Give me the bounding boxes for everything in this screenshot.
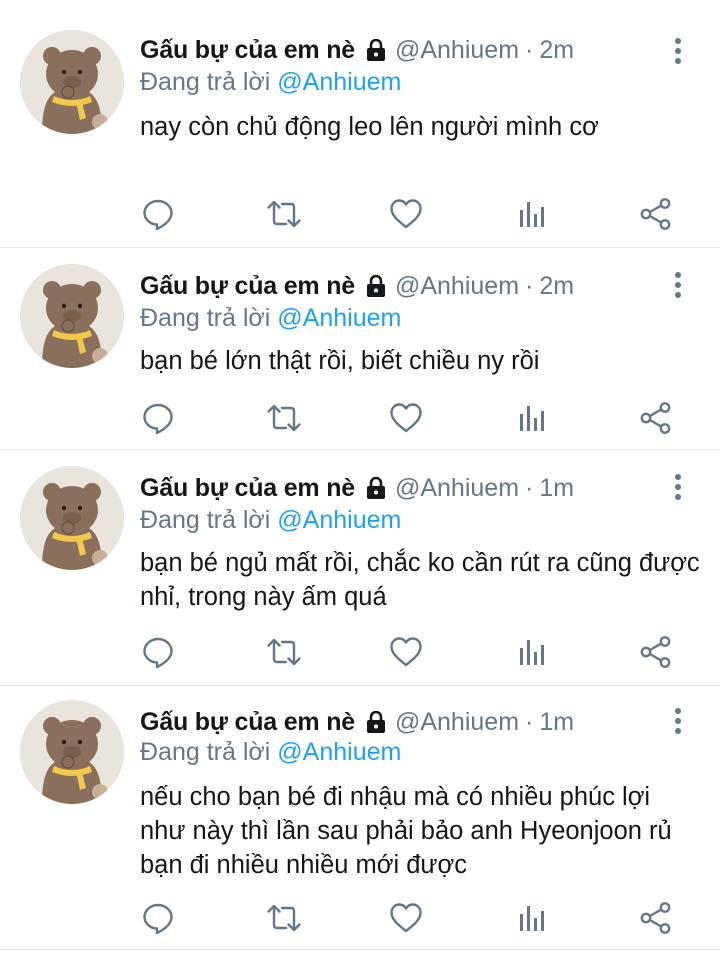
heart-icon[interactable] [388, 196, 424, 232]
bear-avatar-icon [20, 700, 124, 804]
timestamp[interactable]: 2m [539, 36, 574, 65]
tweet-header: Gấu bự của em nè @Anhiuem · 2m [140, 32, 574, 68]
reply-icon[interactable] [140, 400, 176, 436]
tweet[interactable]: Gấu bự của em nè @Anhiuem · 2m Đang trả … [0, 0, 720, 248]
tweet-text: bạn bé ngủ mất rồi, chắc ko cần rút ra c… [140, 549, 700, 611]
reply-context: Đang trả lời @Anhiuem [140, 738, 401, 767]
user-handle[interactable]: @Anhiuem [395, 272, 519, 301]
tweet-header: Gấu bự của em nè @Anhiuem · 2m [140, 268, 574, 304]
share-icon[interactable] [638, 900, 674, 936]
tweet-text: bạn bé lớn thật rồi, biết chiều ny rồi [140, 347, 540, 375]
heart-icon[interactable] [388, 634, 424, 670]
timestamp[interactable]: 1m [539, 474, 574, 503]
display-name[interactable]: Gấu bự của em nè [140, 36, 355, 65]
share-icon[interactable] [638, 196, 674, 232]
avatar[interactable] [20, 30, 124, 134]
tweet[interactable]: Gấu bự của em nè @Anhiuem · 1m Đang trả … [0, 686, 720, 950]
tweet-actions [0, 194, 720, 234]
tweet-header: Gấu bự của em nè @Anhiuem · 1m [140, 704, 574, 740]
display-name[interactable]: Gấu bự của em nè [140, 272, 355, 301]
lock-icon [366, 274, 385, 297]
user-handle[interactable]: @Anhiuem [395, 708, 519, 737]
separator: · [525, 271, 534, 300]
analytics-icon[interactable] [514, 634, 550, 670]
tweet-actions [0, 898, 720, 938]
reply-context: Đang trả lời @Anhiuem [140, 68, 401, 97]
timestamp[interactable]: 2m [539, 272, 574, 301]
analytics-icon[interactable] [514, 196, 550, 232]
more-vertical-icon[interactable] [668, 36, 688, 66]
display-name[interactable]: Gấu bự của em nè [140, 474, 355, 503]
reply-icon[interactable] [140, 196, 176, 232]
bear-avatar-icon [20, 264, 124, 368]
retweet-icon[interactable] [266, 634, 302, 670]
reply-context: Đang trả lời @Anhiuem [140, 506, 401, 535]
tweet-text: nay còn chủ động leo lên người mình cơ [140, 113, 599, 141]
reply-icon[interactable] [140, 900, 176, 936]
separator: · [525, 35, 534, 64]
more-vertical-icon[interactable] [668, 472, 688, 502]
separator: · [525, 473, 534, 502]
reply-prefix: Đang trả lời [140, 738, 271, 766]
more-vertical-icon[interactable] [668, 270, 688, 300]
heart-icon[interactable] [388, 400, 424, 436]
reply-prefix: Đang trả lời [140, 68, 271, 96]
reply-mention[interactable]: @Anhiuem [277, 304, 401, 332]
bear-avatar-icon [20, 466, 124, 570]
display-name[interactable]: Gấu bự của em nè [140, 708, 355, 737]
timestamp[interactable]: 1m [539, 708, 574, 737]
reply-mention[interactable]: @Anhiuem [277, 738, 401, 766]
tweet[interactable]: Gấu bự của em nè @Anhiuem · 2m Đang trả … [0, 248, 720, 450]
share-icon[interactable] [638, 400, 674, 436]
tweet-text: nếu cho bạn bé đi nhậu mà có nhiều phúc … [140, 783, 672, 879]
tweet-actions [0, 398, 720, 438]
retweet-icon[interactable] [266, 196, 302, 232]
reply-context: Đang trả lời @Anhiuem [140, 304, 401, 333]
bear-avatar-icon [20, 30, 124, 134]
reply-prefix: Đang trả lời [140, 506, 271, 534]
heart-icon[interactable] [388, 900, 424, 936]
lock-icon [366, 38, 385, 61]
user-handle[interactable]: @Anhiuem [395, 474, 519, 503]
reply-icon[interactable] [140, 634, 176, 670]
reply-mention[interactable]: @Anhiuem [277, 68, 401, 96]
separator: · [525, 707, 534, 736]
avatar[interactable] [20, 264, 124, 368]
analytics-icon[interactable] [514, 900, 550, 936]
reply-prefix: Đang trả lời [140, 304, 271, 332]
tweet[interactable]: Gấu bự của em nè @Anhiuem · 1m Đang trả … [0, 450, 720, 686]
tweet-actions [0, 632, 720, 672]
avatar[interactable] [20, 466, 124, 570]
lock-icon [366, 710, 385, 733]
retweet-icon[interactable] [266, 900, 302, 936]
analytics-icon[interactable] [514, 400, 550, 436]
retweet-icon[interactable] [266, 400, 302, 436]
reply-mention[interactable]: @Anhiuem [277, 506, 401, 534]
avatar[interactable] [20, 700, 124, 804]
lock-icon [366, 476, 385, 499]
more-vertical-icon[interactable] [668, 706, 688, 736]
tweet-header: Gấu bự của em nè @Anhiuem · 1m [140, 470, 574, 506]
user-handle[interactable]: @Anhiuem [395, 36, 519, 65]
share-icon[interactable] [638, 634, 674, 670]
